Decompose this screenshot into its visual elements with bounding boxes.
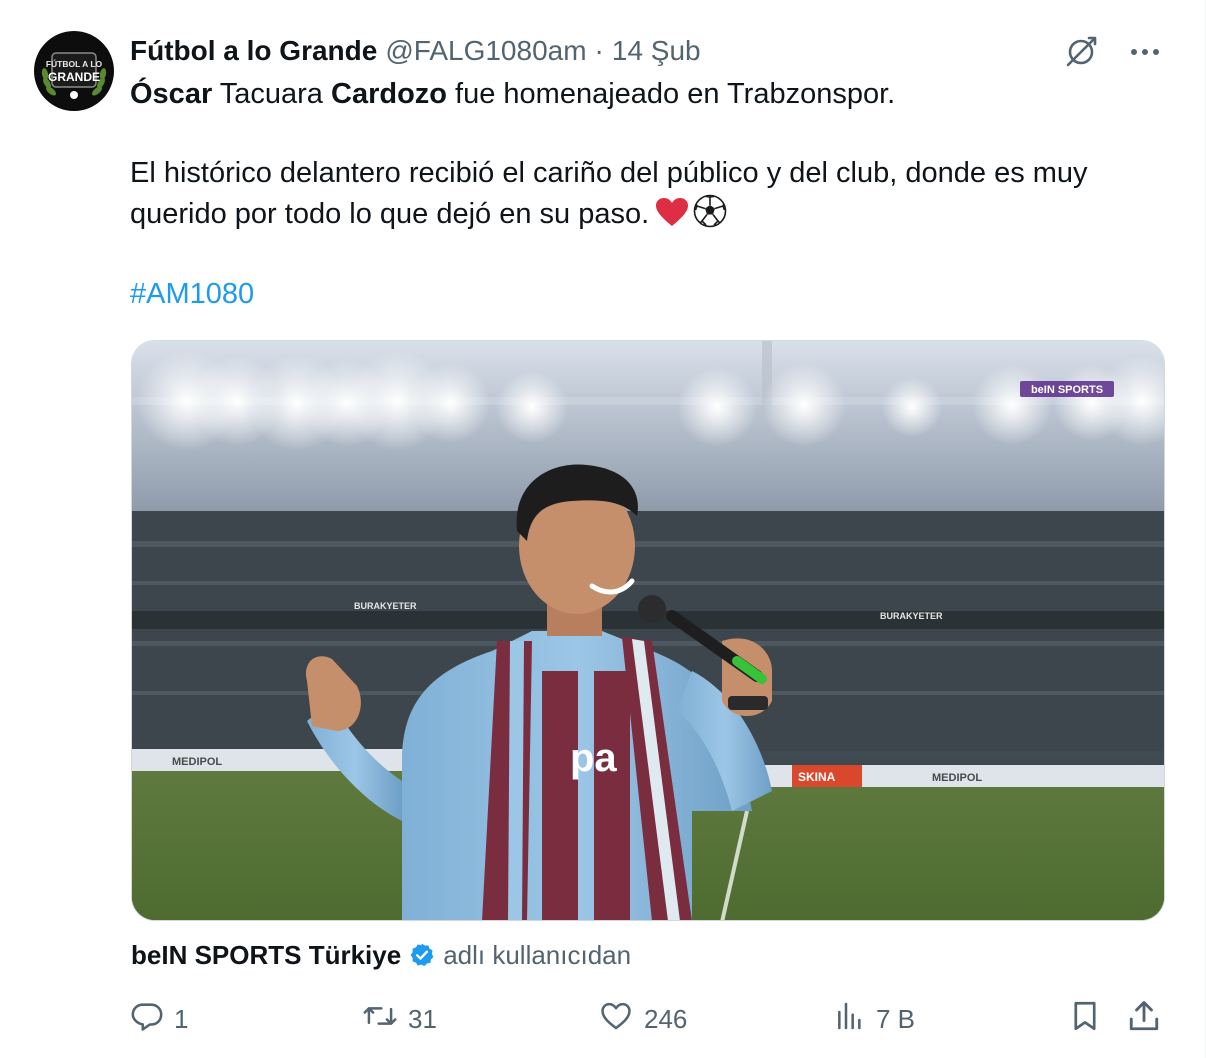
more-icon[interactable] (1125, 34, 1165, 70)
attribution-source-name[interactable]: beIN SPORTS Türkiye (131, 940, 401, 971)
share-button[interactable] (1126, 996, 1162, 1042)
author-handle[interactable]: @FALG1080am (385, 32, 586, 70)
author-name[interactable]: Fútbol a lo Grande (130, 32, 377, 70)
board-text-left: MEDIPOL (172, 756, 222, 768)
tweet-text: Óscar Tacuara Cardozo fue homenajeado en… (130, 74, 1170, 240)
tweet-header: Fútbol a lo Grande @FALG1080am · 14 Şub (130, 32, 701, 70)
views-count: 7 B (876, 1003, 916, 1034)
red-heart-emoji-icon (655, 197, 689, 239)
retweet-button[interactable]: 31 (362, 996, 437, 1042)
attribution-suffix: adlı kullanıcıdan (443, 939, 632, 970)
tweet-video[interactable]: BURAKYETER BURAKYETER MEDIPOL SKINA MEDI… (131, 340, 1165, 921)
like-button[interactable]: 246 (598, 996, 687, 1042)
board-text-right: MEDIPOL (932, 772, 982, 784)
text-end: fue homenajeado en Trabzonspor. (447, 78, 896, 110)
views-button[interactable]: 7 B (834, 996, 915, 1042)
tweet-actions: 1 31 246 7 B (130, 996, 1170, 1042)
tweet[interactable]: FÚTBOL A LO GRANDE Fútbol a lo Grande @F… (0, 0, 1206, 1058)
verified-badge-icon (409, 942, 435, 968)
heart-icon (598, 999, 634, 1040)
author-avatar[interactable]: FÚTBOL A LO GRANDE (34, 31, 114, 111)
text-middle: Tacuara (212, 78, 331, 110)
media-attribution: beIN SPORTS Türkiye adlı kullanıcıdan (131, 936, 631, 974)
retweet-icon (362, 999, 398, 1040)
paragraph-2-text: El histórico delantero recibió el cariño… (130, 157, 1088, 230)
avatar-logo-line-2: GRANDE (48, 70, 100, 84)
timestamp[interactable]: 14 Şub (612, 32, 701, 70)
reply-button[interactable]: 1 (130, 996, 188, 1042)
reply-count: 1 (174, 1003, 189, 1034)
logo-icon: FÚTBOL A LO GRANDE (36, 33, 112, 109)
stadium-video-frame: BURAKYETER BURAKYETER MEDIPOL SKINA MEDI… (132, 341, 1164, 920)
share-icon (1126, 998, 1162, 1041)
stand-banner-1: BURAKYETER (354, 601, 417, 611)
bold-name-first: Óscar (130, 78, 213, 110)
retweet-count: 31 (408, 1003, 437, 1034)
avatar-logo-line-1: FÚTBOL A LO (46, 58, 103, 69)
header-actions (1061, 34, 1165, 70)
grok-icon[interactable] (1061, 34, 1101, 70)
bookmark-icon (1068, 998, 1102, 1041)
hashtag-link[interactable]: #AM1080 (130, 274, 254, 315)
analytics-icon (834, 999, 866, 1040)
board-text-skina: SKINA (798, 770, 836, 784)
reply-icon (130, 999, 164, 1040)
tweet-text-paragraph-1: Óscar Tacuara Cardozo fue homenajeado en… (130, 74, 1170, 115)
stand-banner-2: BURAKYETER (880, 611, 943, 621)
shirt-sponsor-text: pa (570, 736, 617, 780)
bein-watermark: beIN SPORTS (1031, 384, 1103, 396)
tweet-text-paragraph-2: El histórico delantero recibió el cariño… (130, 153, 1170, 240)
soccer-ball-emoji-icon (693, 194, 727, 240)
bold-name-last: Cardozo (331, 78, 447, 110)
separator-dot: · (594, 35, 604, 66)
like-count: 246 (644, 1003, 688, 1034)
bookmark-button[interactable] (1068, 996, 1102, 1042)
